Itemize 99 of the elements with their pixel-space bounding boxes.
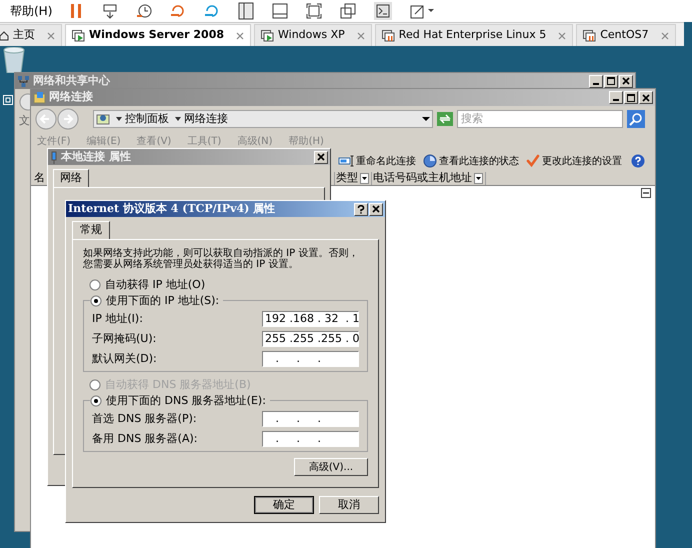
back-icon[interactable]: [35, 108, 57, 130]
help-button[interactable]: [354, 202, 368, 216]
check-icon: [526, 154, 540, 168]
sort-dropdown-icon[interactable]: [474, 173, 483, 184]
snapshot-icon[interactable]: [136, 3, 152, 19]
close-button[interactable]: [369, 202, 383, 216]
collapse-icon[interactable]: [641, 188, 651, 198]
vm-tab[interactable]: 主页: [0, 24, 62, 46]
vm-tab[interactable]: Windows XP: [254, 24, 372, 46]
window-title: Internet 协议版本 4 (TCP/IPv4) 属性: [68, 200, 276, 217]
advanced-button[interactable]: 高级(V)...: [294, 458, 368, 476]
ip-address-field[interactable]: . . .: [262, 410, 359, 426]
toolbar-button[interactable]: 更改此连接的设置: [526, 154, 622, 168]
close-tab-icon[interactable]: [558, 32, 566, 40]
description-text: 您需要从网络系统管理员处获得适当的 IP 设置。: [83, 259, 300, 270]
menu-item[interactable]: 帮助(H): [10, 2, 52, 20]
sidebar-view-icon[interactable]: [238, 2, 254, 20]
field-label: 默认网关(D):: [92, 352, 157, 365]
minimize-button[interactable]: [609, 91, 623, 104]
vm-tab[interactable]: Windows Server 2008: [65, 24, 252, 46]
home-icon: [0, 30, 9, 40]
network-folder-icon: [33, 91, 46, 104]
minimize-button[interactable]: [589, 74, 603, 88]
minimize-icon: [593, 82, 599, 84]
field-label: 子网掩码(U):: [92, 332, 156, 345]
network-icon: [17, 74, 30, 88]
maximize-button[interactable]: [604, 74, 618, 88]
close-tab-icon[interactable]: [236, 32, 244, 40]
minimize-icon: [613, 99, 619, 101]
close-icon: [622, 77, 630, 85]
description-text: 如果网络支持此功能，则可以获取自动指派的 IP 设置。否则，: [83, 248, 360, 259]
stretch-icon[interactable]: [410, 3, 436, 19]
search-icon[interactable]: [627, 110, 645, 128]
ip-address-field[interactable]: . . .: [262, 430, 359, 446]
close-tab-icon[interactable]: [356, 32, 365, 40]
toolbar-button[interactable]: 重命名此连接: [338, 154, 416, 168]
sort-dropdown-icon[interactable]: [360, 173, 369, 184]
close-icon: [372, 205, 380, 213]
help-icon[interactable]: [631, 154, 645, 168]
close-tab-icon[interactable]: [660, 32, 669, 40]
window-title: 网络连接: [49, 89, 93, 106]
radio-label: 使用下面的 DNS 服务器地址(E):: [106, 394, 266, 407]
toolbar-button[interactable]: 查看此连接的状态: [423, 154, 519, 168]
terminal-icon[interactable]: [374, 2, 392, 20]
window-title: 网络和共享中心: [33, 72, 110, 89]
chevron-icon[interactable]: [175, 116, 181, 122]
fullscreen-icon[interactable]: [306, 3, 322, 19]
ip-address-field[interactable]: 255 .255 .255 . 0: [262, 330, 359, 346]
breadcrumb-item[interactable]: 网络连接: [184, 110, 228, 128]
close-tab-icon[interactable]: [47, 32, 55, 40]
window-title: 本地连接 属性: [61, 148, 131, 165]
ok-button[interactable]: 确定: [254, 496, 314, 514]
close-icon: [317, 153, 325, 161]
question-icon: [357, 204, 365, 214]
vm-tab[interactable]: Red Hat Enterprise Linux 5: [374, 24, 574, 46]
maximize-button[interactable]: [624, 91, 638, 104]
radio-button[interactable]: [90, 394, 102, 406]
tab[interactable]: 网络: [53, 169, 89, 187]
unity-icon[interactable]: [340, 3, 356, 19]
cancel-button[interactable]: 取消: [319, 496, 379, 514]
maximize-icon: [607, 77, 615, 85]
rename-icon: [338, 155, 354, 167]
snapshot-manager-icon[interactable]: [204, 3, 220, 19]
tab[interactable]: 常规: [72, 221, 110, 239]
breadcrumb-item[interactable]: 控制面板: [125, 110, 169, 128]
field-label: 备用 DNS 服务器(A):: [92, 432, 198, 445]
revert-icon[interactable]: [170, 3, 186, 19]
address-bar[interactable]: 控制面板 网络连接: [93, 110, 433, 128]
dropdown-icon[interactable]: [422, 116, 430, 122]
forward-icon[interactable]: [57, 108, 79, 130]
field-label: IP 地址(I):: [92, 312, 143, 325]
close-icon: [642, 94, 650, 102]
close-button[interactable]: [314, 150, 328, 164]
vm-play-icon: [261, 30, 274, 42]
refresh-icon[interactable]: [437, 112, 453, 126]
vm-bars-icon: [583, 30, 596, 42]
ip-address-field[interactable]: 192 .168 . 32 . 1: [262, 310, 359, 326]
desktop-icon[interactable]: [3, 95, 13, 105]
ip-address-field[interactable]: . . .: [262, 350, 359, 366]
radio-button[interactable]: [89, 278, 101, 290]
column-header[interactable]: 类型: [335, 172, 372, 185]
radio-button[interactable]: [90, 294, 102, 306]
close-button[interactable]: [619, 74, 633, 88]
field-label: 首选 DNS 服务器(P):: [92, 412, 197, 425]
chevron-icon[interactable]: [116, 116, 122, 122]
vm-tab[interactable]: CentOS7: [576, 24, 676, 46]
network-adapter-icon: [50, 150, 58, 164]
close-button[interactable]: [639, 91, 653, 104]
vm-bars-icon: [382, 30, 395, 42]
console-view-icon[interactable]: [272, 3, 288, 19]
maximize-icon: [627, 94, 635, 102]
send-keys-icon[interactable]: [102, 3, 118, 19]
control-panel-icon: [96, 112, 110, 126]
recycle-bin-icon[interactable]: [2, 47, 26, 73]
status-icon: [423, 154, 437, 168]
column-header[interactable]: 电话号码或主机地址: [372, 172, 486, 185]
radio-label: 自动获得 IP 地址(O): [105, 278, 206, 291]
vm-play-icon: [72, 30, 85, 42]
radio-label: 使用下面的 IP 地址(S):: [106, 294, 220, 307]
